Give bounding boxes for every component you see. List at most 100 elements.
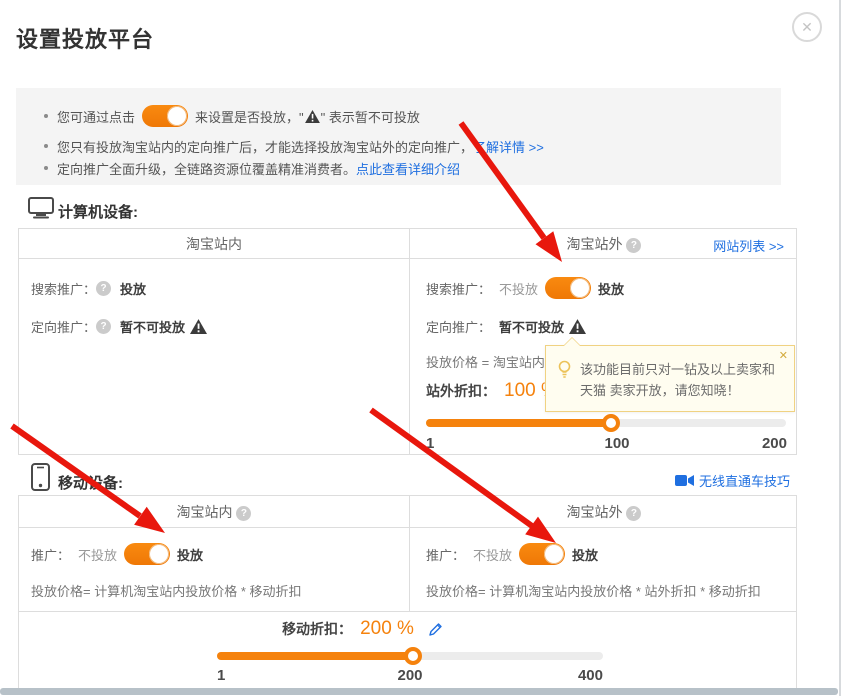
- slider-tick-min: 1: [426, 435, 434, 452]
- mobile-out-promo-row: 推广： 不投放 投放: [426, 543, 598, 565]
- mobile-col1-header: 淘宝站内 ?: [19, 496, 409, 528]
- toggle-on-label: 投放: [177, 545, 203, 564]
- target-promo-label: 定向推广：: [426, 317, 491, 336]
- toggle-knob-icon: [544, 544, 564, 564]
- bullet-icon: [44, 166, 48, 170]
- search-promo-label: 搜索推广：: [426, 279, 491, 298]
- notice-line-3: 定向推广全面升级，全链路资源位覆盖精准消费者。 点此查看详细介绍: [44, 159, 460, 177]
- slider-handle[interactable]: [602, 414, 620, 432]
- notice-line3-text: 定向推广全面升级，全链路资源位覆盖精准消费者。: [57, 159, 356, 178]
- outside-discount-slider[interactable]: [426, 419, 786, 427]
- mobile-col2-header: 淘宝站外 ?: [410, 496, 798, 528]
- computer-out-search-row: 搜索推广： 不投放 投放: [426, 277, 624, 299]
- bulb-icon: [557, 360, 572, 380]
- mobile-out-toggle[interactable]: [519, 543, 565, 565]
- mobile-discount-value: 200 %: [360, 618, 414, 640]
- slider-tick-mid: 100: [592, 435, 642, 452]
- computer-icon: [28, 197, 54, 219]
- computer-col1-header: 淘宝站内: [19, 229, 409, 259]
- sample-toggle[interactable]: [142, 105, 188, 127]
- page-title: 设置投放平台: [16, 22, 154, 54]
- tooltip-caret-inner: [564, 338, 580, 346]
- target-promo-status: 暂不可投放: [499, 317, 564, 336]
- detail-intro-link[interactable]: 点此查看详细介绍: [356, 159, 460, 178]
- warning-icon: [569, 319, 586, 334]
- learn-more-link[interactable]: 了解详情 >>: [473, 137, 544, 156]
- dialog-close-button[interactable]: ✕: [792, 12, 822, 42]
- close-icon: ✕: [801, 19, 813, 35]
- mobile-table-header: 淘宝站内 ? 淘宝站外 ?: [19, 496, 796, 528]
- website-list-link[interactable]: 网站列表 >>: [713, 236, 784, 255]
- set-platform-dialog: ✕ 设置投放平台 您可通过点击 来设置是否投放，" " 表示暂不可投放 您只有投…: [0, 0, 841, 696]
- mobile-in-price-formula: 投放价格= 计算机淘宝站内投放价格 * 移动折扣: [31, 581, 302, 600]
- mobile-col1-header-label: 淘宝站内: [177, 504, 233, 520]
- toggle-off-label: 不投放: [499, 279, 538, 298]
- search-promo-status: 投放: [120, 279, 146, 298]
- question-icon[interactable]: ?: [96, 281, 111, 296]
- question-icon[interactable]: ?: [96, 319, 111, 334]
- mobile-discount-label: 移动折扣：: [282, 619, 352, 639]
- computer-out-search-toggle[interactable]: [545, 277, 591, 299]
- video-camera-icon: [675, 474, 694, 487]
- mobile-discount-line: 移动折扣： 200 %: [19, 616, 796, 642]
- mobile-in-promo-row: 推广： 不投放 投放: [31, 543, 203, 565]
- notice-line-2: 您只有投放淘宝站内的定向推广后，才能选择投放淘宝站外的定向推广， 了解详情 >>: [44, 137, 544, 155]
- slider-tick-mid: 200: [385, 667, 435, 684]
- toggle-on-label: 投放: [598, 279, 624, 298]
- edit-pencil-icon[interactable]: [428, 622, 443, 637]
- computer-table-header: 淘宝站内 淘宝站外 ? 网站列表 >>: [19, 229, 796, 259]
- column-divider: [409, 229, 410, 454]
- computer-table: 淘宝站内 淘宝站外 ? 网站列表 >> 搜索推广： ? 投放 定向推广： ? 暂…: [18, 228, 797, 455]
- slider-tick-max: 200: [759, 435, 787, 452]
- computer-col2-header-label: 淘宝站外: [567, 236, 623, 252]
- tooltip-line2: 卖家开放，请您知晓！: [610, 383, 740, 398]
- mobile-in-toggle[interactable]: [124, 543, 170, 565]
- bullet-icon: [44, 144, 48, 148]
- mobile-out-price-formula: 投放价格= 计算机淘宝站内投放价格 * 站外折扣 * 移动折扣: [426, 581, 761, 600]
- slider-handle[interactable]: [404, 647, 422, 665]
- slider-tick-min: 1: [217, 667, 225, 684]
- notice-line1-pre: 您可通过点击: [57, 107, 135, 126]
- notice-line1-mid: 来设置是否投放，": [195, 107, 304, 126]
- slider-fill: [426, 419, 611, 427]
- question-icon[interactable]: ?: [236, 506, 251, 521]
- question-icon[interactable]: ?: [626, 506, 641, 521]
- search-promo-label: 搜索推广：: [31, 279, 96, 298]
- computer-in-search-row: 搜索推广： ? 投放: [31, 277, 146, 299]
- wireless-tips-label: 无线直通车技巧: [699, 471, 790, 490]
- mobile-discount-slider[interactable]: [217, 652, 603, 660]
- slider-fill: [217, 652, 413, 660]
- bullet-icon: [44, 114, 48, 118]
- toggle-knob-icon: [149, 544, 169, 564]
- outside-discount-line: 站外折扣： 100 %: [426, 378, 558, 404]
- slider-tick-max: 400: [569, 667, 603, 684]
- computer-in-target-row: 定向推广： ? 暂不可投放: [31, 315, 207, 337]
- wireless-tips-link[interactable]: 无线直通车技巧: [675, 471, 790, 490]
- mobile-section-label: 移动设备:: [58, 472, 123, 493]
- notice-line-1: 您可通过点击 来设置是否投放，" " 表示暂不可投放: [44, 104, 420, 128]
- outside-discount-label: 站外折扣：: [426, 381, 496, 401]
- warning-icon: [190, 319, 207, 334]
- toggle-on-label: 投放: [572, 545, 598, 564]
- computer-col1-header-label: 淘宝站内: [186, 236, 242, 252]
- question-icon[interactable]: ?: [626, 238, 641, 253]
- mobile-table: 淘宝站内 ? 淘宝站外 ? 推广： 不投放 投放 投放价格= 计算机淘宝站内投放…: [18, 495, 797, 691]
- seller-level-tooltip: ✕ 该功能目前只对一钻及以上卖家和天猫 卖家开放，请您知晓！: [545, 345, 795, 412]
- toggle-knob-icon: [570, 278, 590, 298]
- horizontal-scrollbar[interactable]: [0, 688, 838, 695]
- warning-icon: [305, 110, 320, 123]
- computer-out-target-row: 定向推广： 暂不可投放: [426, 315, 586, 337]
- notice-line1-post: " 表示暂不可投放: [321, 107, 420, 126]
- promo-label: 推广：: [31, 545, 70, 564]
- promo-label: 推广：: [426, 545, 465, 564]
- toggle-off-label: 不投放: [78, 545, 117, 564]
- notice-line2-text: 您只有投放淘宝站内的定向推广后，才能选择投放淘宝站外的定向推广，: [57, 137, 473, 156]
- computer-section-label: 计算机设备:: [58, 201, 138, 222]
- mobile-col2-header-label: 淘宝站外: [567, 504, 623, 520]
- target-promo-status: 暂不可投放: [120, 317, 185, 336]
- row-divider: [19, 611, 796, 612]
- tooltip-text: 该功能目前只对一钻及以上卖家和天猫 卖家开放，请您知晓！: [580, 359, 785, 401]
- toggle-off-label: 不投放: [473, 545, 512, 564]
- mobile-icon: [31, 463, 50, 491]
- toggle-knob-icon: [167, 106, 187, 126]
